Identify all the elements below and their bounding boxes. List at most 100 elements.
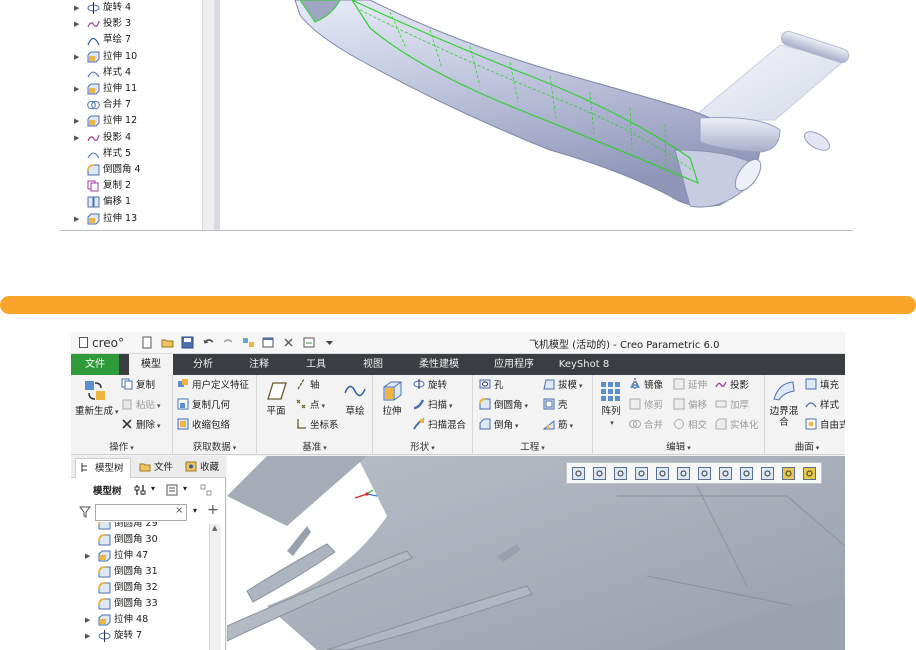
repaint-icon[interactable] [634,466,649,481]
datum-display-icon[interactable] [739,466,754,481]
ribbon-tab[interactable]: 模型 [129,354,173,375]
sketch-button[interactable]: 草绘 [341,379,369,417]
extend-button[interactable]: 延伸 [673,378,707,394]
ribbon-tab[interactable]: 应用程序 [481,354,547,375]
perspective-icon[interactable] [718,466,733,481]
add-item-icon[interactable]: + [207,502,219,518]
datum-point-button[interactable]: 点 ▾ [295,398,325,414]
zoom-in-icon[interactable] [592,466,607,481]
revolve-button[interactable]: 旋转 [413,378,447,394]
mirror-button[interactable]: 镜像 [629,378,663,394]
undo-icon[interactable] [202,336,215,349]
regenerate-small-icon[interactable] [242,336,255,349]
datum-csys-button[interactable]: 坐标系 [295,418,339,434]
top-graphics-window[interactable] [220,0,853,230]
project-button[interactable]: 投影 [715,378,749,394]
extrude-button[interactable]: 拉伸 [377,379,407,417]
ribbon-tab[interactable]: 视图 [346,354,400,375]
graphics-window[interactable] [227,456,845,650]
show-menu-icon[interactable] [165,483,179,500]
spin-center-icon[interactable] [760,466,775,481]
copy-geometry-button[interactable]: 复制几何 [177,398,230,414]
thicken-button[interactable]: 加厚 [715,398,749,414]
qat-dropdown-icon[interactable] [323,336,336,349]
zoom-out-icon[interactable] [613,466,628,481]
group-editing-label[interactable]: 编辑 ▾ [593,439,764,453]
solidify-button[interactable]: 实体化 [715,418,759,434]
view-manager-icon[interactable] [697,466,712,481]
new-file-icon[interactable] [141,336,154,349]
open-folder-icon[interactable] [161,336,174,349]
udf-button[interactable]: 用户定义特征 [177,378,249,394]
shrinkwrap-button[interactable]: 收缩包络 [177,418,230,434]
refit-icon[interactable] [571,466,586,481]
group-datum-label[interactable]: 基准 ▾ [257,439,372,453]
ribbon-tab[interactable]: 分析 [179,354,227,375]
hole-button[interactable]: 孔 [479,378,504,394]
ribbon-tab[interactable]: KeyShot 8 [553,354,615,375]
sweep-button[interactable]: 扫描 ▾ [413,398,453,414]
offset-button[interactable]: 偏移 [673,398,707,414]
search-dropdown-icon[interactable]: ▾ [193,506,197,515]
chamfer-button[interactable]: 倒角 ▾ [479,418,519,434]
close-window-icon[interactable] [282,336,295,349]
display-style-icon[interactable] [655,466,670,481]
rib-button[interactable]: 筋 ▾ [542,418,573,434]
expand-arrow-icon[interactable]: ▶ [74,211,84,227]
datum-plane-button[interactable]: 平面 [261,379,291,417]
group-operations-label[interactable]: 操作 ▾ [71,439,172,453]
fill-button[interactable]: 填充 [805,378,839,394]
style-button[interactable]: 样式 [805,398,839,414]
filter-funnel-icon[interactable] [78,506,92,521]
clear-search-icon[interactable]: × [175,505,183,516]
top-tree-scrollbar[interactable] [202,0,214,230]
expand-arrow-icon[interactable]: ▶ [74,113,84,129]
save-icon[interactable] [181,336,194,349]
shell-button[interactable]: 壳 [543,398,568,414]
trim-button[interactable]: 修剪 [629,398,663,414]
swept-blend-button[interactable]: 扫描混合 [413,418,466,434]
tab-favorites[interactable]: 收藏 [181,458,225,478]
expand-arrow-icon[interactable]: ▶ [74,130,84,146]
ribbon-tab[interactable]: 柔性建模 [405,354,473,375]
draft-button[interactable]: 拔模 ▾ [543,378,583,394]
delete-button[interactable]: 删除 ▾ [121,418,161,434]
ribbon-tab[interactable]: 文件 [71,354,119,375]
show-dropdown-icon[interactable]: ▾ [183,484,187,493]
intersect-button[interactable]: 相交 [673,418,707,434]
expand-arrow-icon[interactable]: ▶ [74,49,84,65]
expand-arrow-icon[interactable]: ▶ [74,81,84,97]
paste-button[interactable]: 粘贴 ▾ [121,398,161,414]
group-shapes-label[interactable]: 形状 ▾ [373,439,472,453]
tab-files[interactable]: 文件 [135,458,179,478]
annotation-display-icon[interactable] [781,466,796,481]
merge-button[interactable]: 合并 [629,418,663,434]
freestyle-button[interactable]: 自由式 [805,418,845,434]
ribbon-tab[interactable]: 工具 [291,354,341,375]
copy-button[interactable]: 复制 [121,378,155,394]
tree-filter-icon[interactable] [199,483,213,500]
pattern-button[interactable]: 阵列 ▾ [597,379,625,429]
expand-arrow-icon[interactable]: ▶ [85,612,95,628]
group-get-data-label[interactable]: 获取数据 ▾ [173,439,256,453]
tree-search-input[interactable] [95,504,187,521]
selection-icon[interactable] [802,466,817,481]
group-surfaces-label[interactable]: 曲面 ▾ [765,439,845,453]
expand-arrow-icon[interactable]: ▶ [85,628,95,644]
expand-arrow-icon[interactable]: ▶ [85,548,95,564]
tree-settings-dropdown-icon[interactable]: ▾ [151,484,155,493]
round-button[interactable]: 倒圆角 ▾ [479,398,528,414]
expand-arrow-icon[interactable]: ▶ [74,0,84,16]
tree-settings-icon[interactable] [133,483,147,500]
regenerate-button[interactable]: 重新生成 ▾ [75,379,119,418]
customize-icon[interactable] [303,336,316,349]
saved-views-icon[interactable] [676,466,691,481]
datum-axis-button[interactable]: 轴 [295,378,320,394]
tree-scrollbar[interactable]: ▲ [209,524,221,650]
tab-model-tree[interactable]: 模型树 [75,458,131,478]
redo-icon[interactable] [222,336,235,349]
boundary-blend-button[interactable]: 边界混合 [767,379,801,428]
group-engineering-label[interactable]: 工程 ▾ [473,439,592,453]
windows-icon[interactable] [262,336,275,349]
ribbon-tab[interactable]: 注释 [233,354,285,375]
